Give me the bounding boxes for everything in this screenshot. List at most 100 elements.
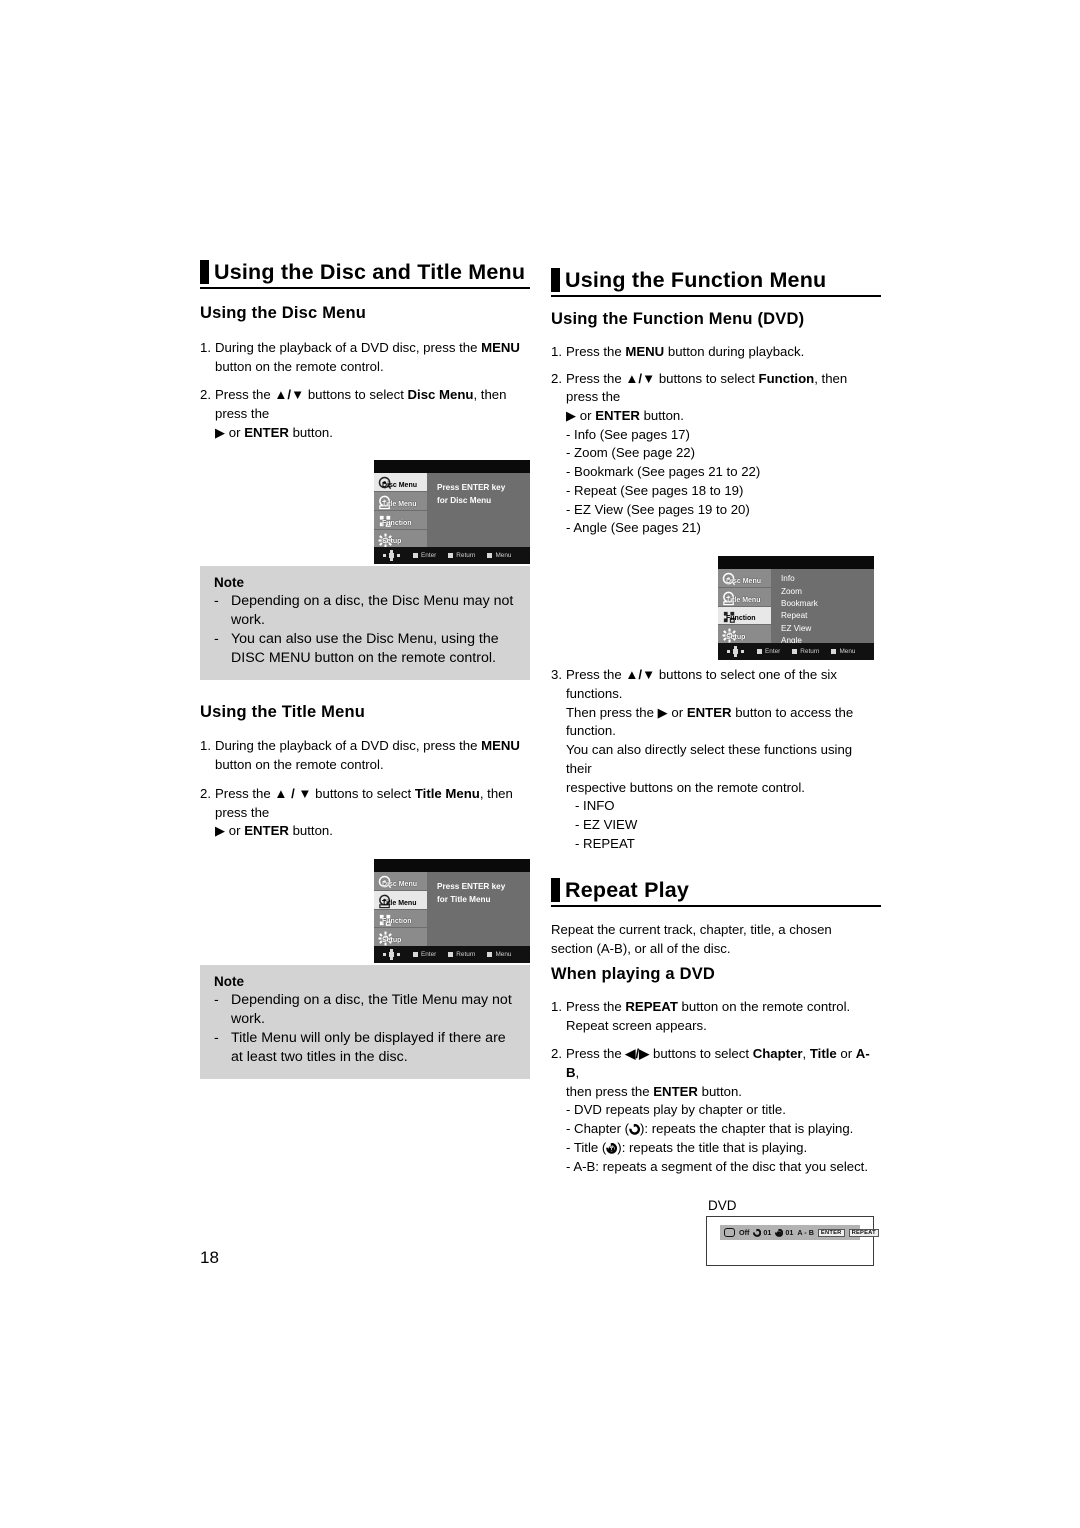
osd-function-item-repeat[interactable]: Repeat [781, 610, 874, 622]
section-heading-using-title-menu: Using the Title Menu [200, 702, 366, 721]
osd-titlebar [718, 556, 874, 571]
osd-body: Disc Menu Title Menu Funct [374, 473, 530, 548]
repeat-off-option[interactable]: Off [739, 1228, 749, 1237]
osd-item-disc-menu[interactable]: Disc Menu [374, 473, 427, 493]
osd-item-label: Setup [382, 538, 402, 546]
hint-square-icon [831, 649, 837, 655]
osd-message-line-2: for Disc Menu [437, 496, 492, 506]
step-text: Press the ▲/▼ buttons to select Disc Men… [215, 387, 507, 440]
step-text: Press the REPEAT button on the remote co… [566, 998, 851, 1033]
osd-item-setup[interactable]: Setup [374, 928, 427, 946]
dpad-icon [727, 646, 744, 658]
note-box-disc-menu: Note - Depending on a disc, the Disc Men… [200, 566, 530, 680]
osd-function-item-bookmark[interactable]: Bookmark [781, 598, 874, 610]
osd-item-title-menu[interactable]: Title Menu [374, 890, 427, 910]
step-number: 1. [200, 738, 211, 754]
note-item: - You can also use the Disc Menu, using … [214, 630, 516, 668]
repeat-title-icon [606, 1142, 618, 1154]
osd-hint-enter: Enter [413, 552, 436, 559]
hint-square-icon [448, 553, 454, 559]
section-heading-function-menu-dvd: Using the Function Menu (DVD) [551, 310, 805, 329]
function-menu-screenshot-wrap: Disc Menu Title Menu Function Setup Info… [551, 538, 881, 666]
osd-item-setup[interactable]: Setup [374, 530, 427, 548]
step-text: Press the ▲/▼ buttons to select one of t… [566, 667, 854, 795]
note-text: Title Menu will only be displayed if the… [231, 1029, 506, 1065]
osd-function-item-info[interactable]: Info [781, 573, 874, 585]
function-reference-zoom: - Zoom (See page 22) [566, 445, 696, 461]
osd-hint-enter: Enter [757, 648, 780, 655]
repeat-bar-key-repeat: REPEAT [848, 1228, 879, 1237]
repeat-chapter-icon [753, 1228, 762, 1237]
note-dash: - [214, 593, 219, 610]
osd-message-line-1: Press ENTER key [437, 882, 506, 892]
osd-item-title-menu[interactable]: Title Menu [374, 492, 427, 511]
repeat-play-step-2: 2. Press the ◀/▶ buttons to select Chapt… [551, 1045, 881, 1101]
step-number: 3. [551, 667, 562, 683]
osd-item-function[interactable]: Function [374, 910, 427, 929]
osd-item-label: Function [382, 519, 412, 527]
osd-item-label: Function [726, 615, 756, 623]
step-text: Press the MENU button during playback. [566, 343, 805, 359]
step-text: Press the ◀/▶ buttons to select Chapter,… [566, 1046, 870, 1099]
direct-button-ez-view: - EZ VIEW [575, 817, 638, 833]
osd-sidebar: Disc Menu Title Menu Function Setup [718, 569, 771, 644]
repeat-bullet-dvd: - DVD repeats play by chapter or title. [566, 1102, 786, 1118]
osd-item-function[interactable]: Function [374, 511, 427, 530]
disc-menu-step-1: 1. During the playback of a DVD disc, pr… [200, 339, 530, 376]
repeat-bullet-ab: - A-B: repeats a segment of the disc tha… [566, 1158, 869, 1174]
repeat-bullet-chapter: - Chapter (): repeats the chapter that i… [566, 1121, 854, 1137]
repeat-ab-option[interactable]: A - B [797, 1228, 814, 1237]
step-text: During the playback of a DVD disc, press… [215, 738, 520, 773]
dvd-figure-box: Off 01 01 A - B ENTER REPEAT [706, 1216, 879, 1267]
step-number: 2. [200, 785, 211, 801]
step-number: 2. [200, 387, 211, 403]
direct-button-repeat: - REPEAT [575, 835, 635, 851]
repeat-chapter-icon [629, 1124, 641, 1135]
osd-function-item-ez-view[interactable]: EZ View [781, 623, 874, 635]
function-menu-step-2: 2. Press the ▲/▼ buttons to select Funct… [551, 370, 881, 426]
osd-item-disc-menu[interactable]: Disc Menu [374, 872, 427, 891]
osd-hint-menu: Menu [831, 648, 855, 655]
section-heading-using-disc-menu: Using the Disc Menu [200, 304, 367, 323]
section-heading-when-playing-dvd: When playing a DVD [551, 965, 716, 984]
repeat-bar-key-enter: ENTER [817, 1228, 845, 1237]
function-reference-info: - Info (See pages 17) [566, 426, 690, 442]
hint-square-icon [413, 952, 418, 958]
repeat-osd-bar: Off 01 01 A - B ENTER REPEAT [720, 1225, 879, 1241]
note-item: - Title Menu will only be displayed if t… [214, 1029, 516, 1067]
note-title: Note [214, 575, 244, 591]
osd-item-setup[interactable]: Setup [718, 625, 771, 643]
osd-item-label: Title Menu [726, 596, 761, 604]
repeat-title-icon [775, 1228, 784, 1237]
step-text: Press the ▲/▼ buttons to select Function… [566, 370, 848, 424]
osd-item-label: Disc Menu [382, 482, 418, 490]
osd-item-disc-menu[interactable]: Disc Menu [718, 569, 771, 588]
tv-icon-segment [724, 1228, 735, 1238]
osd-item-title-menu[interactable]: Title Menu [718, 588, 771, 607]
osd-item-label: Disc Menu [382, 880, 418, 888]
dvd-figure: DVD Off 01 01 A - B ENTER REPEAT [706, 1198, 879, 1267]
osd-item-label: Function [382, 918, 412, 926]
dvd-figure-label: DVD [708, 1198, 737, 1214]
function-reference-repeat: - Repeat (See pages 18 to 19) [566, 482, 744, 498]
osd-sidebar: Disc Menu Title Menu Function Setup [374, 872, 427, 947]
osd-screenshot-title-menu: Disc Menu Title Menu Function Setup Pres… [374, 859, 530, 964]
osd-item-function[interactable]: Function [718, 606, 771, 626]
osd-hint-menu: Menu [487, 552, 511, 559]
hint-square-icon [448, 952, 454, 958]
note-item: - Depending on a disc, the Title Menu ma… [214, 991, 516, 1029]
function-reference-ez-view: - EZ View (See pages 19 to 20) [566, 501, 750, 517]
osd-sidebar: Disc Menu Title Menu Function Setup [374, 473, 427, 548]
disc-menu-screenshot-wrap: Disc Menu Title Menu Function Setup Pres… [200, 442, 530, 566]
repeat-chapter-option[interactable]: 01 [753, 1228, 771, 1237]
repeat-play-intro-line-2: section (A-B), or all of the disc. [551, 940, 731, 956]
osd-item-label: Disc Menu [726, 577, 762, 585]
osd-function-list: Info Zoom Bookmark Repeat EZ View Angle [771, 569, 874, 645]
step-number: 2. [551, 370, 562, 386]
repeat-play-intro-line-1: Repeat the current track, chapter, title… [551, 921, 832, 937]
repeat-title-option[interactable]: 01 [775, 1228, 793, 1237]
osd-hint-bar: Enter Return Menu [718, 643, 874, 661]
repeat-bullet-title: - Title (): repeats the title that is pl… [566, 1139, 808, 1155]
manual-page: Using the Disc and Title Menu Using the … [0, 0, 1080, 1528]
osd-function-item-zoom[interactable]: Zoom [781, 586, 874, 598]
